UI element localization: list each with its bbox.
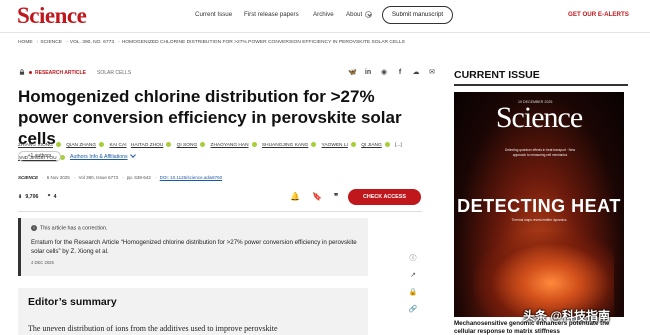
lock-icon[interactable]: 🔒 [409, 287, 418, 298]
check-access-button[interactable]: CHECK ACCESS [348, 189, 421, 205]
cover-teaser: Detecting quantum effects in heat transp… [504, 148, 576, 157]
page-range: pp. 638-642 [126, 175, 151, 180]
orcid-icon[interactable] [99, 142, 105, 148]
nav-about-label: About [346, 11, 363, 19]
bluesky-icon[interactable]: 🦋 [348, 69, 357, 77]
citation-count[interactable]: 4 [54, 194, 57, 200]
orcid-icon[interactable] [350, 142, 356, 148]
breadcrumb-science[interactable]: SCIENCE [40, 40, 62, 45]
article-actions: 🔔 🔖 ❞ [290, 192, 338, 201]
author-name[interactable]: KAI CAI [109, 143, 126, 148]
wechat-icon[interactable]: ☁ [412, 69, 420, 77]
cover-headline: DETECTING HEAT [457, 196, 621, 216]
correction-date: 4 DEC 2025 [31, 260, 54, 265]
author-ellipsis[interactable]: [...] [395, 143, 402, 148]
more-authors-button[interactable]: +1 authors [18, 151, 61, 162]
submit-manuscript-button[interactable]: Submit manuscript [382, 6, 453, 24]
nav-first-release[interactable]: First release papers [244, 11, 299, 18]
author-name[interactable]: ZHIANG XIONG [18, 143, 53, 148]
article-metrics: ⬇ 9,706 ❞ 4 [18, 194, 56, 200]
authors-info-label: Authors Info & Affiliations [70, 154, 128, 160]
share-toolbar: 🦋 in ◉ f ☁ ✉ [348, 69, 436, 77]
current-issue-cover[interactable]: 19 DECEMBER 2025 Science Detecting quant… [454, 92, 624, 317]
info-circle-icon[interactable]: ⓘ [410, 253, 417, 264]
bookmark-icon[interactable]: 🔖 [312, 192, 322, 201]
orcid-icon[interactable] [200, 142, 206, 148]
cover-subtitle: Thermal maps reveal emitter dynamics [511, 218, 567, 222]
bell-icon[interactable]: 🔔 [290, 192, 300, 201]
article-type: RESEARCH ARTICLE [35, 70, 86, 76]
divider [454, 84, 628, 86]
e-alerts-link[interactable]: GET OUR E-ALERTS [568, 11, 629, 18]
cite-icon[interactable]: ❞ [334, 192, 338, 201]
pub-date: 6 Nov 2025 [46, 175, 70, 180]
reddit-icon[interactable]: ◉ [380, 69, 388, 77]
orcid-icon[interactable] [55, 142, 61, 148]
breadcrumb-separator: › [118, 40, 120, 45]
download-count[interactable]: 9,706 [25, 194, 38, 200]
author-name[interactable]: QI JIANG [361, 143, 382, 148]
breadcrumb: HOME › SCIENCE › VOL. 390, NO. 6773 › HOMOGENI… [18, 40, 407, 45]
author-name[interactable]: ZHAOYANG HAN [211, 143, 249, 148]
correction-note-text: This article has a correction. [40, 225, 108, 232]
cover-logo: Science [495, 101, 583, 134]
info-icon: i [31, 225, 37, 231]
volume-issue[interactable]: Vol 390, Issue 6773 [79, 175, 119, 180]
author-name[interactable]: QI SONG [177, 143, 198, 148]
orcid-icon[interactable] [166, 142, 172, 148]
breadcrumb-home[interactable]: HOME [18, 40, 33, 45]
watermark: 头条 @科技指南 [523, 309, 611, 323]
chevron-down-icon [365, 11, 373, 18]
nav-current-issue[interactable]: Current Issue [195, 11, 232, 18]
breadcrumb-separator: › [36, 40, 39, 45]
cite-separator: · [155, 175, 157, 180]
author-name[interactable]: SHUANGJING KANG [262, 143, 308, 148]
correction-notice: i This article has a correction. Erratum … [18, 218, 368, 276]
lock-icon [19, 69, 25, 75]
orcid-icon[interactable] [251, 142, 257, 148]
cite-separator: · [74, 175, 76, 180]
download-icon: ⬇ [18, 194, 23, 200]
author-name[interactable]: YAOWEN LI [322, 143, 348, 148]
citation-line: SCIENCE · 6 Nov 2025 · Vol 390, Issue 6773… [18, 175, 222, 180]
divider [18, 211, 422, 212]
cite-separator: · [42, 175, 44, 180]
cite-separator: · [122, 175, 124, 180]
article-type-dot [29, 71, 32, 74]
linkedin-icon[interactable]: in [364, 69, 372, 77]
breadcrumb-article: HOMOGENIZED CHLORINE DISTRIBUTION FOR >2… [121, 40, 405, 45]
author-name[interactable]: QIAN ZHANG [66, 143, 96, 148]
author-name[interactable]: HAITAO ZHOU [131, 143, 163, 148]
authors-info-link[interactable]: Authors Info & Affiliations [70, 152, 136, 160]
breadcrumb-separator: › [66, 40, 68, 45]
side-toolbar: ⓘ ↗ 🔒 🔗 [405, 253, 421, 315]
summary-text: The uneven distribution of ions from the… [28, 324, 278, 333]
erratum-link[interactable]: Erratum for the Research Article “Homoge… [31, 238, 361, 256]
orcid-icon[interactable] [384, 142, 390, 148]
top-navigation-bar: Science Current Issue First release pape… [0, 0, 650, 33]
editors-summary: Editor’s summary The uneven distribution… [18, 288, 368, 335]
quote-icon: ❞ [47, 194, 51, 200]
orcid-icon[interactable] [311, 142, 317, 148]
science-logo[interactable]: Science [17, 3, 87, 29]
nav-about[interactable]: About [346, 11, 373, 19]
nav-archive[interactable]: Archive [313, 11, 334, 18]
breadcrumb-volume[interactable]: VOL. 390, NO. 6773 [70, 40, 114, 45]
facebook-icon[interactable]: f [396, 69, 404, 77]
cover-image-glow [474, 232, 614, 317]
link-icon[interactable]: 🔗 [409, 304, 418, 315]
chevron-down-icon [129, 152, 136, 158]
summary-heading: Editor’s summary [28, 296, 117, 308]
current-issue-heading: CURRENT ISSUE [454, 69, 540, 81]
author-list: ZHIANG XIONG QIAN ZHANG KAI CAI HAITAO Z… [18, 139, 408, 165]
doi-link[interactable]: DOI: 10.1126/science.adw8760 [160, 175, 222, 180]
email-icon[interactable]: ✉ [428, 69, 436, 77]
article-subject[interactable]: SOLAR CELLS [97, 70, 131, 76]
trend-icon[interactable]: ↗ [410, 270, 416, 281]
journal-name: SCIENCE [18, 175, 39, 180]
correction-note: i This article has a correction. [31, 225, 107, 231]
